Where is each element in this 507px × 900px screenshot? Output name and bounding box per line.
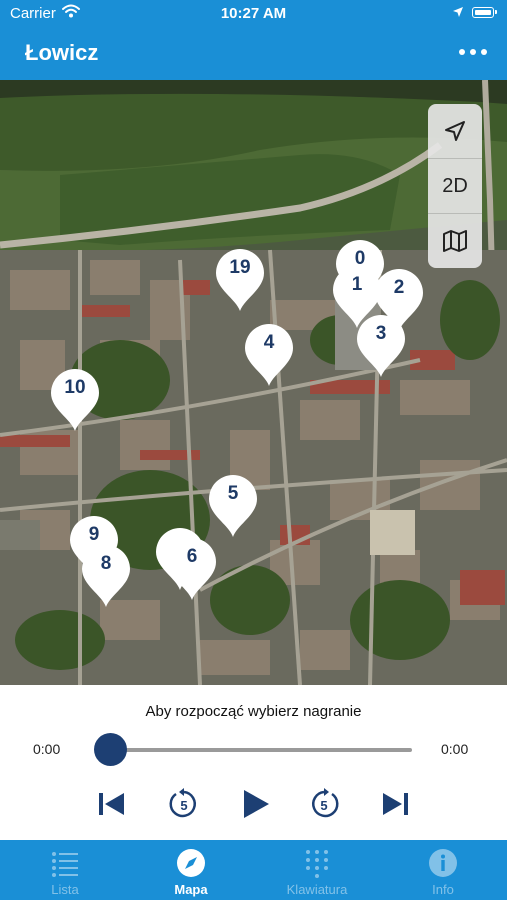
- info-icon: [429, 849, 457, 877]
- compass-icon: [177, 849, 205, 877]
- map-pin[interactable]: 5: [207, 473, 259, 539]
- map-pin[interactable]: 4: [243, 322, 295, 388]
- map-mode-toggle[interactable]: 2D: [428, 159, 482, 213]
- tab-label: Klawiatura: [286, 882, 348, 897]
- location-arrow-icon[interactable]: [428, 104, 482, 158]
- tab-info[interactable]: Info: [380, 840, 506, 900]
- tab-label: Lista: [51, 882, 79, 897]
- map-pin-label: 4: [263, 332, 275, 353]
- previous-track-icon[interactable]: [92, 785, 132, 823]
- navigation-bar: Łowicz: [0, 28, 507, 80]
- forward-5-icon[interactable]: 5: [304, 785, 344, 823]
- map-pin[interactable]: 3: [355, 313, 407, 379]
- map-pin[interactable]: 10: [49, 367, 101, 433]
- map-pin-label: 19: [229, 257, 251, 278]
- map-icon[interactable]: [428, 214, 482, 268]
- elapsed-time: 0:00: [33, 741, 61, 757]
- tab-label: Info: [432, 882, 454, 897]
- map-pin-label: 10: [64, 377, 86, 398]
- clock: 10:27 AM: [220, 5, 287, 22]
- map-controls: 2D: [428, 104, 482, 268]
- map-pin-label: 3: [375, 323, 387, 344]
- play-icon[interactable]: [236, 785, 276, 823]
- audio-player: Aby rozpocząć wybierz nagranie 0:00 0:00…: [0, 685, 507, 840]
- map-pin-label: 1: [351, 274, 363, 295]
- tab-lista[interactable]: Lista: [2, 840, 128, 900]
- map-pin[interactable]: 6: [166, 536, 218, 602]
- tab-mapa[interactable]: Mapa: [128, 840, 254, 900]
- tab-label: Mapa: [174, 882, 208, 897]
- map-pin-label: 5: [227, 483, 239, 504]
- status-bar: Carrier 10:27 AM: [0, 0, 507, 28]
- location-services-icon: [452, 5, 464, 22]
- player-hint: Aby rozpocząć wybierz nagranie: [145, 703, 362, 720]
- remaining-time: 0:00: [441, 741, 469, 757]
- rewind-5-icon[interactable]: 5: [164, 785, 204, 823]
- forward-5-label: 5: [320, 798, 327, 813]
- map-pin[interactable]: 8: [80, 543, 132, 609]
- progress-knob[interactable]: [94, 733, 127, 766]
- tab-klawiatura[interactable]: Klawiatura: [254, 840, 380, 900]
- next-track-icon[interactable]: [375, 785, 415, 823]
- map-pin-label: 6: [186, 546, 198, 567]
- tab-bar: Lista Mapa Klawiatura Info: [0, 840, 507, 900]
- rewind-5-label: 5: [180, 798, 187, 813]
- map-pin-label: 8: [100, 553, 112, 574]
- page-title: Łowicz: [25, 40, 99, 65]
- more-dots-icon[interactable]: [453, 38, 493, 66]
- battery-icon: [472, 7, 497, 18]
- list-icon: [52, 852, 78, 877]
- keypad-icon: [306, 850, 328, 878]
- map-pin[interactable]: 19: [214, 247, 266, 313]
- progress-track[interactable]: [110, 748, 412, 752]
